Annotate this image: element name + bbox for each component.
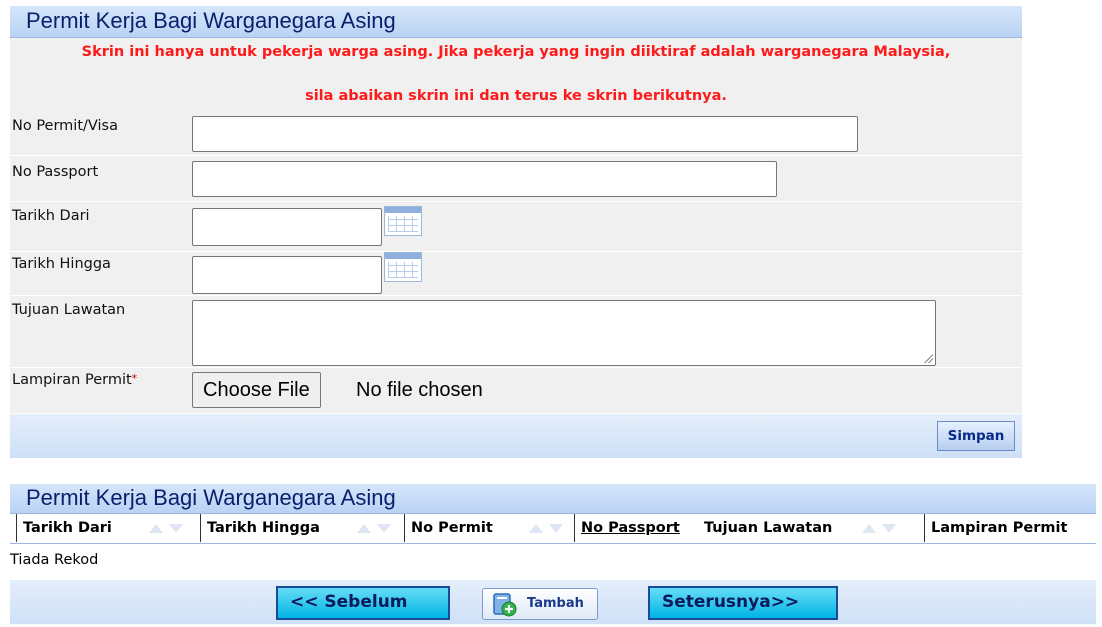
column-header-tarikh-hingga[interactable]: Tarikh Hingga	[200, 514, 404, 542]
row-lampiran-permit: Lampiran Permit* Choose File No file cho…	[10, 368, 1022, 414]
form-title: Permit Kerja Bagi Warganegara Asing	[10, 6, 1022, 38]
sort-arrows-icon[interactable]	[527, 522, 567, 534]
column-header-tarikh-dari[interactable]: Tarikh Dari	[16, 514, 200, 542]
notice-area: Skrin ini hanya untuk pekerja warga asin…	[10, 38, 1022, 110]
resize-grip-icon[interactable]	[923, 353, 933, 363]
sort-arrows-icon[interactable]	[147, 522, 187, 534]
row-passport: No Passport	[10, 156, 1022, 202]
notice-line-1: Skrin ini hanya untuk pekerja warga asin…	[81, 44, 951, 60]
form-action-bar: Simpan	[10, 414, 1022, 458]
column-label: Lampiran Permit	[931, 520, 1068, 536]
column-label: No Passport	[581, 520, 680, 536]
column-header-no-permit[interactable]: No Permit	[404, 514, 574, 542]
empty-records-text: Tiada Rekod	[10, 552, 99, 568]
passport-input[interactable]	[192, 161, 777, 197]
column-label: Tujuan Lawatan	[704, 520, 833, 536]
lampiran-permit-label-text: Lampiran Permit	[12, 372, 132, 388]
save-button[interactable]: Simpan	[937, 421, 1015, 451]
add-button-label: Tambah	[527, 596, 584, 611]
column-label: No Permit	[411, 520, 493, 536]
passport-label: No Passport	[12, 164, 99, 180]
column-label: Tarikh Dari	[23, 520, 112, 536]
tarikh-hingga-input[interactable]	[192, 256, 382, 294]
row-tujuan-lawatan: Tujuan Lawatan	[10, 296, 1022, 368]
permit-visa-input[interactable]	[192, 116, 858, 152]
tarikh-dari-input[interactable]	[192, 208, 382, 246]
list-title: Permit Kerja Bagi Warganegara Asing	[10, 484, 1096, 514]
sort-arrows-icon[interactable]	[355, 522, 395, 534]
table-header: Tarikh Dari Tarikh Hingga No Permit No P…	[10, 514, 1096, 544]
tarikh-hingga-label: Tarikh Hingga	[12, 256, 111, 272]
choose-file-button[interactable]: Choose File	[192, 372, 321, 408]
row-permit-visa: No Permit/Visa	[10, 110, 1022, 156]
required-mark: *	[131, 372, 138, 385]
tujuan-lawatan-label: Tujuan Lawatan	[12, 302, 126, 318]
previous-button[interactable]: << Sebelum	[276, 586, 450, 620]
next-button[interactable]: Seterusnya>>	[648, 586, 838, 620]
notice-line-2: sila abaikan skrin ini dan terus ke skri…	[305, 88, 727, 104]
calendar-icon[interactable]	[384, 206, 422, 236]
column-label: Tarikh Hingga	[207, 520, 320, 536]
file-status-text: No file chosen	[356, 379, 483, 401]
row-tarikh-dari: Tarikh Dari	[10, 202, 1022, 252]
permit-visa-label: No Permit/Visa	[12, 118, 118, 134]
lampiran-permit-label: Lampiran Permit*	[12, 372, 137, 388]
calendar-icon[interactable]	[384, 252, 422, 282]
column-header-no-passport[interactable]: No Passport	[574, 514, 698, 542]
column-header-lampiran-permit[interactable]: Lampiran Permit	[924, 514, 1096, 542]
add-button[interactable]: Tambah	[482, 588, 598, 620]
nav-bar: << Sebelum Tambah Seterusnya>>	[10, 580, 1096, 624]
sort-arrows-icon[interactable]	[860, 522, 900, 534]
tarikh-dari-label: Tarikh Dari	[12, 208, 90, 224]
add-document-icon	[493, 593, 517, 617]
column-header-tujuan-lawatan[interactable]: Tujuan Lawatan	[698, 514, 924, 542]
row-tarikh-hingga: Tarikh Hingga	[10, 252, 1022, 296]
tujuan-lawatan-textarea[interactable]	[192, 300, 936, 366]
